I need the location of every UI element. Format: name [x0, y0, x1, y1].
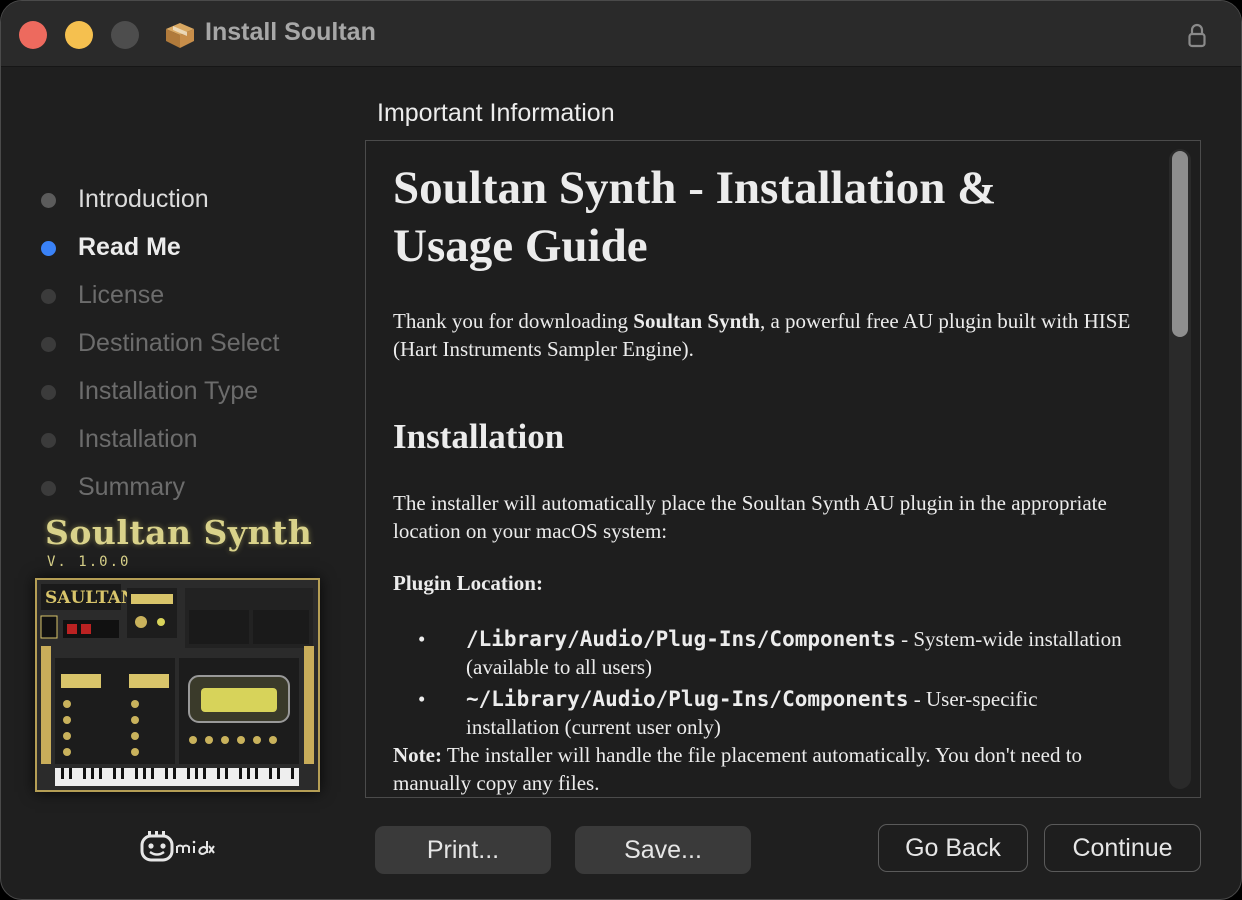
- step-introduction: Introduction: [1, 171, 361, 219]
- step-indicator: [41, 289, 56, 304]
- intro-paragraph: Thank you for downloading Soultan Synth,…: [393, 307, 1153, 363]
- synth-screenshot-image: SAULTAN: [35, 578, 320, 792]
- intro-text: Thank you for downloading: [393, 309, 634, 333]
- installation-paragraph: The installer will automatically place t…: [393, 491, 1107, 543]
- installer-steps: Introduction Read Me License Destination…: [1, 171, 361, 507]
- step-indicator: [41, 337, 56, 352]
- step-indicator: [41, 433, 56, 448]
- step-destination-select: Destination Select: [1, 315, 361, 363]
- step-installation-type: Installation Type: [1, 363, 361, 411]
- note-label: Note:: [393, 743, 442, 767]
- step-indicator: [41, 193, 56, 208]
- step-label: Read Me: [78, 233, 181, 261]
- step-label: Destination Select: [78, 329, 280, 357]
- step-label: Installation: [78, 425, 198, 453]
- svg-text:SAULTAN: SAULTAN: [45, 588, 136, 608]
- location-path: ~/Library/Audio/Plug-Ins/Components: [466, 687, 909, 711]
- installation-heading: Installation: [393, 417, 565, 456]
- title-bar: Install Soultan: [1, 1, 1241, 67]
- note-text: The installer will handle the file place…: [393, 743, 1083, 795]
- list-item: • ~/Library/Audio/Plug-Ins/Components - U…: [418, 687, 1038, 739]
- step-summary: Summary: [1, 459, 361, 507]
- continue-button[interactable]: Continue: [1044, 824, 1201, 872]
- zoom-window-button: [111, 21, 139, 49]
- save-button[interactable]: Save...: [575, 826, 751, 874]
- midx-logo-icon: [140, 831, 215, 862]
- document-heading: Soultan Synth - Installation & Usage Gui…: [393, 162, 997, 272]
- product-brand-title: Soultan Synth: [45, 513, 313, 552]
- plugin-location-label: Plugin Location:: [393, 571, 543, 595]
- vertical-scrollbar[interactable]: [1169, 149, 1191, 789]
- print-button[interactable]: Print...: [375, 826, 551, 874]
- scrollbar-thumb[interactable]: [1172, 151, 1188, 337]
- step-installation: Installation: [1, 411, 361, 459]
- close-window-button[interactable]: [19, 21, 47, 49]
- step-indicator: [41, 385, 56, 400]
- list-item: •/Library/Audio/Plug-Ins/Components - Sy…: [418, 627, 1122, 679]
- go-back-button[interactable]: Go Back: [878, 824, 1028, 872]
- plugin-location-list: •/Library/Audio/Plug-Ins/Components - Sy…: [393, 625, 1133, 745]
- step-read-me: Read Me: [1, 219, 361, 267]
- step-label: License: [78, 281, 165, 309]
- step-license: License: [1, 267, 361, 315]
- readme-scroll-view[interactable]: Soultan Synth - Installation & Usage Gui…: [365, 140, 1201, 798]
- window-title: Install Soultan: [205, 18, 376, 46]
- lock-icon: [1188, 23, 1206, 48]
- minimize-window-button[interactable]: [65, 21, 93, 49]
- step-label: Introduction: [78, 185, 209, 213]
- section-title: Important Information: [377, 99, 615, 127]
- note-paragraph: Note: The installer will handle the file…: [393, 741, 1143, 797]
- intro-product-name: Soultan Synth: [633, 309, 760, 333]
- step-label: Installation Type: [78, 377, 259, 405]
- step-label: Summary: [78, 473, 185, 501]
- step-indicator: [41, 481, 56, 496]
- installer-window: Install Soultan Introduction Read Me Lic…: [0, 0, 1242, 900]
- step-indicator: [41, 241, 56, 256]
- package-icon: [166, 23, 194, 48]
- product-version: V. 1.0.0: [47, 554, 131, 570]
- location-path: /Library/Audio/Plug-Ins/Components: [466, 627, 896, 651]
